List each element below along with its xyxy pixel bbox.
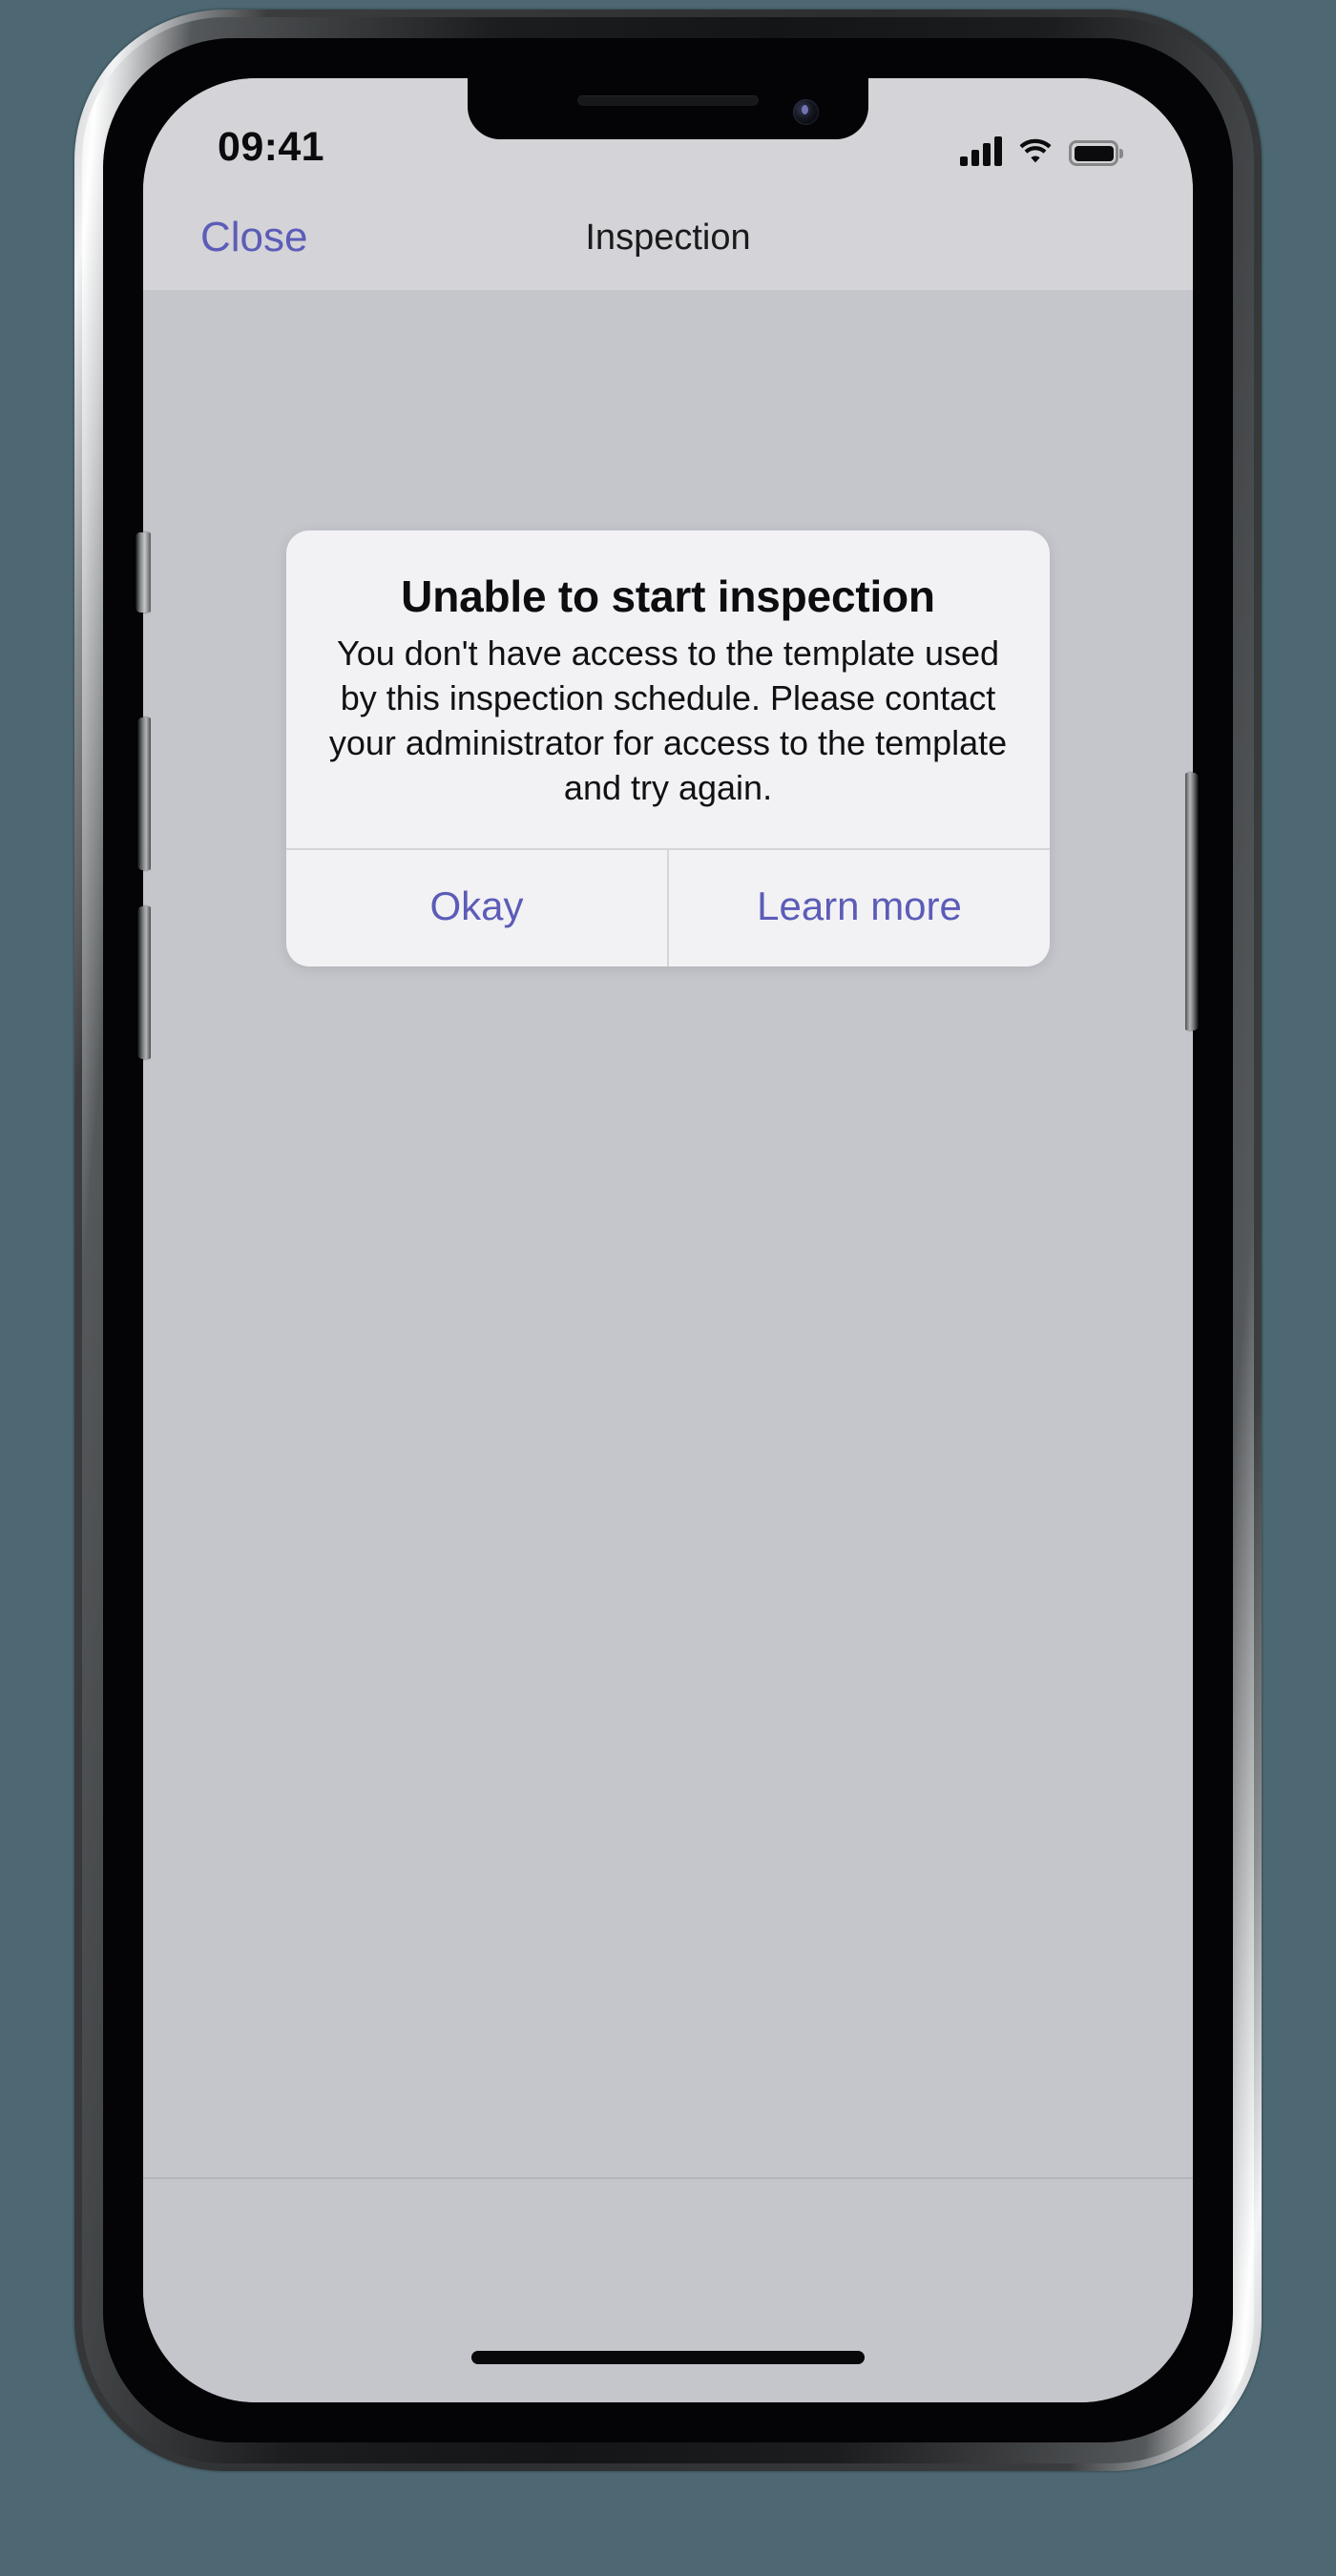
phone-stage: 09:41 Close Inspection Unable to start i… bbox=[0, 0, 1336, 2576]
battery-icon bbox=[1069, 140, 1118, 166]
alert-learn-more-button[interactable]: Learn more bbox=[667, 850, 1050, 967]
display-notch bbox=[468, 78, 868, 139]
phone-bezel: 09:41 Close Inspection Unable to start i… bbox=[103, 38, 1233, 2442]
alert-body: Unable to start inspection You don't hav… bbox=[286, 530, 1050, 848]
front-camera-icon bbox=[793, 99, 819, 125]
close-button[interactable]: Close bbox=[197, 211, 312, 264]
status-bar-time: 09:41 bbox=[218, 124, 324, 170]
status-bar: 09:41 bbox=[143, 78, 1193, 185]
wifi-icon bbox=[1019, 138, 1052, 163]
status-bar-icons bbox=[960, 136, 1118, 170]
alert-actions: Okay Learn more bbox=[286, 848, 1050, 967]
alert-title: Unable to start inspection bbox=[401, 571, 935, 621]
navigation-bar: Close Inspection bbox=[143, 185, 1193, 290]
phone-frame-outer: 09:41 Close Inspection Unable to start i… bbox=[74, 10, 1262, 2471]
screen-content: 09:41 Close Inspection Unable to start i… bbox=[143, 78, 1193, 2402]
alert-message: You don't have access to the template us… bbox=[328, 634, 1008, 807]
power-button[interactable] bbox=[1185, 773, 1199, 1030]
battery-fill bbox=[1074, 145, 1114, 161]
phone-frame-band: 09:41 Close Inspection Unable to start i… bbox=[82, 17, 1254, 2463]
mute-switch[interactable] bbox=[136, 532, 151, 613]
phone-screen: 09:41 Close Inspection Unable to start i… bbox=[143, 78, 1193, 2402]
home-indicator[interactable] bbox=[471, 2351, 865, 2364]
bottom-divider bbox=[143, 2177, 1193, 2179]
content-area: Unable to start inspection You don't hav… bbox=[143, 290, 1193, 2402]
alert-okay-button[interactable]: Okay bbox=[286, 850, 667, 966]
alert-dialog: Unable to start inspection You don't hav… bbox=[286, 530, 1050, 967]
volume-up-button[interactable] bbox=[137, 717, 151, 870]
cellular-signal-icon bbox=[960, 136, 1002, 166]
earpiece-speaker-icon bbox=[577, 95, 759, 106]
volume-down-button[interactable] bbox=[137, 906, 151, 1059]
